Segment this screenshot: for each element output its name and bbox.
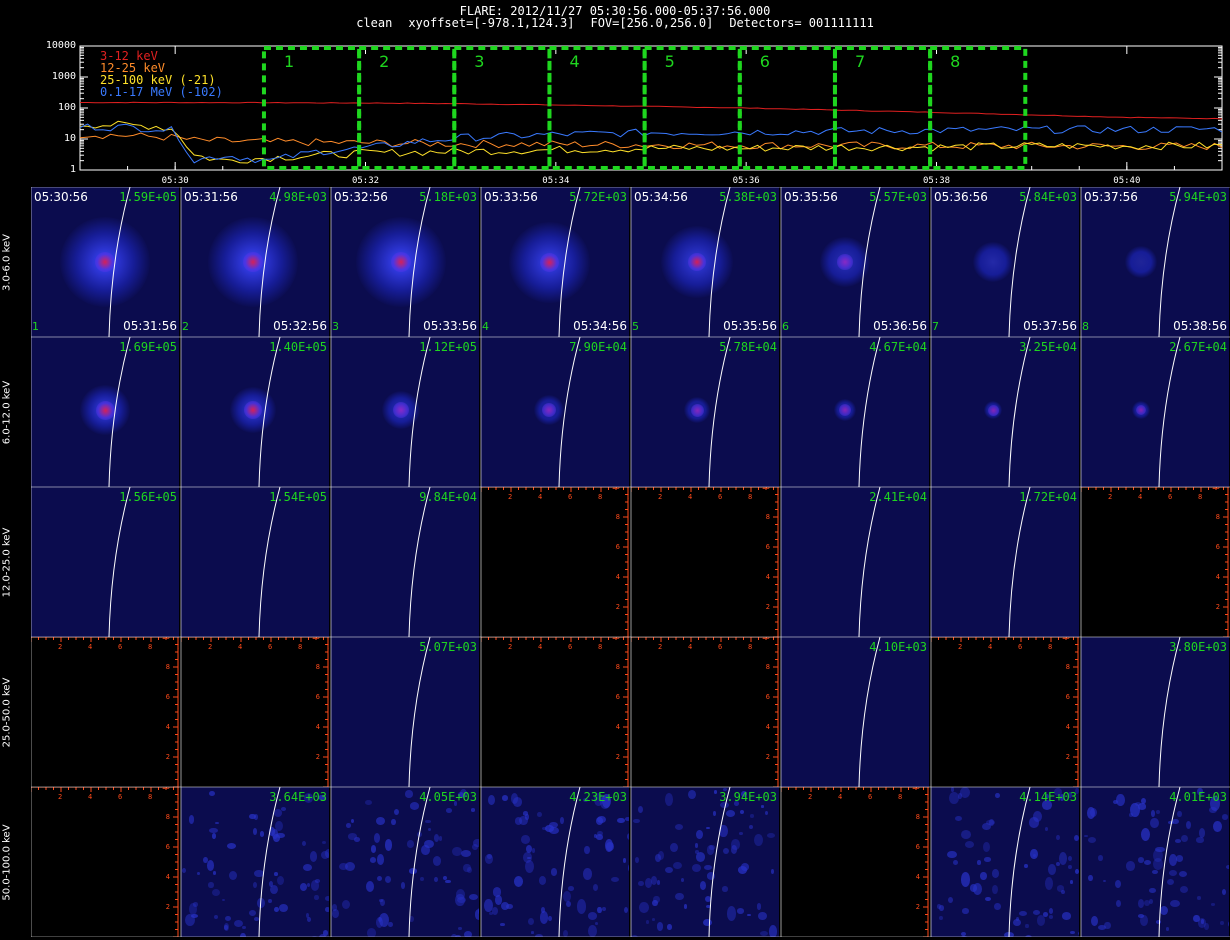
- grid-lines: [31, 187, 1230, 937]
- y-tick-label: 10000: [45, 40, 76, 51]
- series-line: [79, 123, 1223, 164]
- y-tick-label: 1: [69, 164, 76, 175]
- x-tick-label: 05:36: [732, 176, 760, 186]
- interval-label: 4: [569, 52, 580, 71]
- x-tick-label: 05:34: [542, 176, 570, 186]
- series-line: [79, 120, 1223, 164]
- interval-label: 5: [664, 52, 675, 71]
- energy-row-label: 6.0-12.0 keV: [0, 337, 14, 487]
- energy-row-label-text: 25.0-50.0 keV: [1, 677, 13, 748]
- plot-frame: [79, 45, 1223, 171]
- interval-label: 2: [379, 52, 390, 71]
- energy-row-label: 50.0-100.0 keV: [0, 787, 14, 937]
- y-tick-label: 1000: [51, 71, 76, 82]
- energy-row-label-text: 12.0-25.0 keV: [1, 527, 13, 598]
- energy-row-label-text: 50.0-100.0 keV: [1, 824, 13, 901]
- x-tick-label: 05:38: [922, 176, 951, 186]
- interval-label: 6: [759, 52, 770, 71]
- interval-box: [357, 46, 457, 170]
- legend-entry-0.1-17: 0.1-17 MeV (-102): [100, 85, 223, 99]
- y-tick-label: 10: [63, 133, 76, 144]
- interval-box: [452, 46, 552, 170]
- x-tick-label: 05:30: [161, 176, 189, 186]
- energy-row-label: 12.0-25.0 keV: [0, 487, 14, 637]
- energy-row-label: 25.0-50.0 keV: [0, 637, 14, 787]
- x-tick-label: 05:32: [351, 176, 380, 186]
- energy-row-label: 3.0-6.0 keV: [0, 187, 14, 337]
- interval-label: 1: [283, 52, 295, 71]
- lightcurve-legend: 3-12 keV 12-25 keV 25-100 keV (-21) 0.1-…: [100, 50, 223, 98]
- y-tick-label: 100: [57, 102, 76, 113]
- interval-label: 7: [854, 52, 866, 71]
- series-line: [80, 101, 1223, 120]
- interval-box: [928, 46, 1028, 170]
- interval-label: 8: [950, 52, 961, 71]
- x-tick-label: 05:40: [1113, 176, 1141, 186]
- energy-row-label-text: 3.0-6.0 keV: [1, 233, 13, 292]
- interval-label: 3: [474, 52, 485, 71]
- energy-row-label-text: 6.0-12.0 keV: [1, 380, 13, 445]
